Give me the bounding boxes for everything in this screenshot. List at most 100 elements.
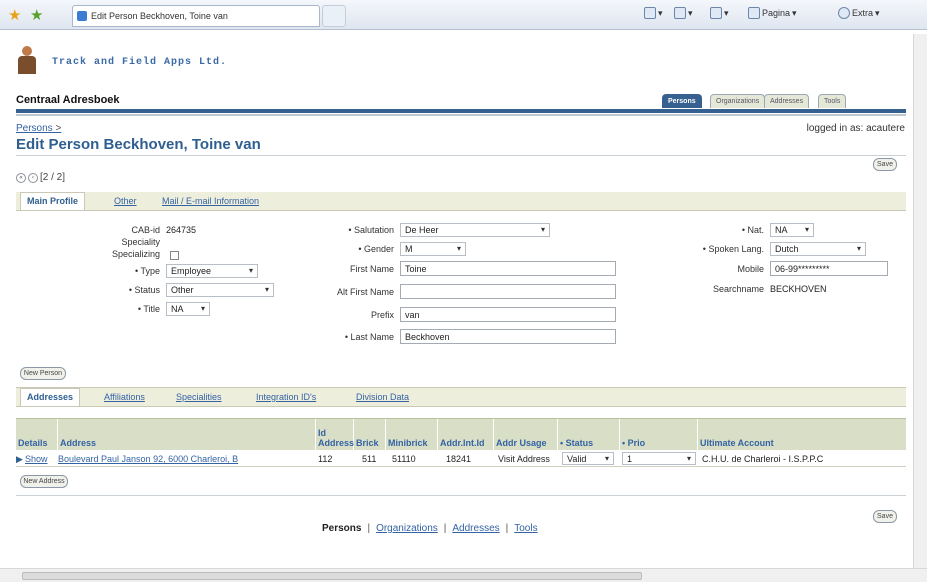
browser-tab[interactable]: Edit Person Beckhoven, Toine van <box>72 5 320 27</box>
show-details-link[interactable]: Show <box>25 454 48 464</box>
global-tab-organizations[interactable]: Organizations <box>710 94 766 108</box>
feeds-button[interactable]: ▾ <box>674 7 693 19</box>
save-button-bottom[interactable]: Save <box>873 510 897 523</box>
tab-other[interactable]: Other <box>114 196 137 206</box>
footer-separator: | <box>443 523 447 534</box>
pagina-label: Pagina <box>762 8 791 18</box>
save-button-top[interactable]: Save <box>873 158 897 171</box>
tools-gear-icon <box>838 7 850 19</box>
new-person-button[interactable]: New Person <box>20 367 66 380</box>
col-addr-int-id[interactable]: Addr.Int.Id <box>438 419 494 451</box>
status-select[interactable]: Other <box>166 283 274 297</box>
cell-brick: 511 <box>362 454 377 464</box>
scrollbar-thumb[interactable] <box>22 572 642 580</box>
extra-menu[interactable]: Extra ▾ <box>838 7 880 19</box>
tab-affiliations[interactable]: Affiliations <box>104 392 145 402</box>
col-minibrick[interactable]: Minibrick <box>386 419 438 451</box>
prefix-input[interactable]: van <box>400 307 616 322</box>
previous-record-icon[interactable]: ‹ <box>28 172 38 183</box>
cell-ultimate-account: C.H.U. de Charleroi - I.S.P.P.C <box>702 454 824 464</box>
footer-tools-link[interactable]: Tools <box>514 523 537 534</box>
first-name-input[interactable]: Toine <box>400 261 616 276</box>
cell-addr-usage: Visit Address <box>498 454 550 464</box>
page-icon <box>77 11 87 21</box>
title-label: • Title <box>137 304 160 314</box>
col-id-address[interactable]: Id Address <box>316 419 354 451</box>
print-icon <box>710 7 722 19</box>
browser-toolbar: ★ ★ Edit Person Beckhoven, Toine van ▾ ▾… <box>0 0 927 30</box>
col-address[interactable]: Address <box>58 419 316 451</box>
new-tab-button[interactable] <box>322 5 346 27</box>
specializing-checkbox[interactable] <box>170 251 179 260</box>
tab-main-profile[interactable]: Main Profile <box>20 192 86 210</box>
alt-first-name-input[interactable] <box>400 284 616 299</box>
address-link[interactable]: Boulevard Paul Janson 92, 6000 Charleroi… <box>58 454 314 464</box>
pagina-menu[interactable]: Pagina ▾ <box>748 7 797 19</box>
header-divider <box>16 114 906 116</box>
cell-addr-int-id: 18241 <box>446 454 472 464</box>
tab-division-data[interactable]: Division Data <box>356 392 409 402</box>
specializing-label: Specializing <box>111 249 160 259</box>
col-brick[interactable]: Brick <box>354 419 386 451</box>
extra-label: Extra <box>852 8 874 18</box>
app-title: Centraal Adresboek <box>16 94 120 106</box>
page-title: Edit Person Beckhoven, Toine van <box>16 136 261 153</box>
col-details[interactable]: Details <box>16 419 58 451</box>
page-menu-icon <box>748 7 760 19</box>
global-tab-tools[interactable]: Tools <box>818 94 847 108</box>
spoken-language-select[interactable]: Dutch <box>770 242 866 256</box>
footer-addresses-link[interactable]: Addresses <box>452 523 499 534</box>
footer-nav: Persons | Organizations | Addresses | To… <box>322 523 538 534</box>
print-button[interactable]: ▾ <box>710 7 729 19</box>
col-status[interactable]: • Status <box>558 419 620 451</box>
horizontal-scrollbar[interactable] <box>0 568 927 582</box>
type-select[interactable]: Employee <box>166 264 258 278</box>
nationality-label: • Nat. <box>741 225 764 235</box>
tab-addresses[interactable]: Addresses <box>20 388 81 406</box>
global-tab-persons[interactable]: Persons <box>662 94 702 108</box>
salutation-select[interactable]: De Heer <box>400 223 550 237</box>
new-address-button[interactable]: New Address <box>20 475 68 488</box>
first-record-icon[interactable]: « <box>16 172 26 183</box>
cab-id-value: 264735 <box>166 225 197 235</box>
title-divider <box>16 155 906 156</box>
last-name-input[interactable]: Beckhoven <box>400 329 616 344</box>
col-prio[interactable]: • Prio <box>620 419 698 451</box>
address-table-header: Details Address Id Address Brick Minibri… <box>16 418 906 451</box>
last-name-label: • Last Name <box>344 332 394 342</box>
footer-divider <box>16 495 906 496</box>
vertical-scrollbar[interactable] <box>913 34 927 568</box>
mobile-input[interactable]: 06-99********* <box>770 261 888 276</box>
add-favorites-icon[interactable]: ★ <box>30 6 43 24</box>
company-logo <box>18 46 36 74</box>
global-tab-addresses[interactable]: Addresses <box>764 94 810 108</box>
table-row: ▶ Show Boulevard Paul Janson 92, 6000 Ch… <box>16 451 906 467</box>
row-prio-select[interactable]: 1 <box>622 452 696 465</box>
header-bar <box>16 109 906 113</box>
row-status-select[interactable]: Valid <box>562 452 614 465</box>
record-navigator: « ‹ [2 / 2] <box>16 172 65 183</box>
title-select[interactable]: NA <box>166 302 210 316</box>
cell-id-address: 112 <box>318 454 333 464</box>
home-button[interactable]: ▾ <box>644 7 663 19</box>
gender-select[interactable]: M <box>400 242 466 256</box>
footer-persons[interactable]: Persons <box>322 523 361 534</box>
type-label: • Type <box>134 266 160 276</box>
col-ultimate-account[interactable]: Ultimate Account <box>698 419 906 451</box>
favorites-star-icon[interactable]: ★ <box>8 6 21 24</box>
nationality-select[interactable]: NA <box>770 223 814 237</box>
tab-mail-information[interactable]: Mail / E-mail Information <box>162 196 259 206</box>
breadcrumb-separator: > <box>55 123 62 134</box>
detail-tabs: Addresses Affiliations Specialities Inte… <box>16 387 906 407</box>
searchname-value: BECKHOVEN <box>770 284 827 294</box>
footer-separator: | <box>505 523 509 534</box>
expand-row-icon[interactable]: ▶ <box>16 454 23 465</box>
tab-integration-ids[interactable]: Integration ID's <box>256 392 316 402</box>
tab-specialities[interactable]: Specialities <box>176 392 222 402</box>
gender-label: • Gender <box>358 244 394 254</box>
breadcrumb-persons-link[interactable]: Persons <box>16 123 53 134</box>
mobile-label: Mobile <box>737 264 764 274</box>
col-addr-usage[interactable]: Addr Usage <box>494 419 558 451</box>
page-content: Track and Field Apps Ltd. Centraal Adres… <box>10 30 915 570</box>
footer-organizations-link[interactable]: Organizations <box>376 523 438 534</box>
